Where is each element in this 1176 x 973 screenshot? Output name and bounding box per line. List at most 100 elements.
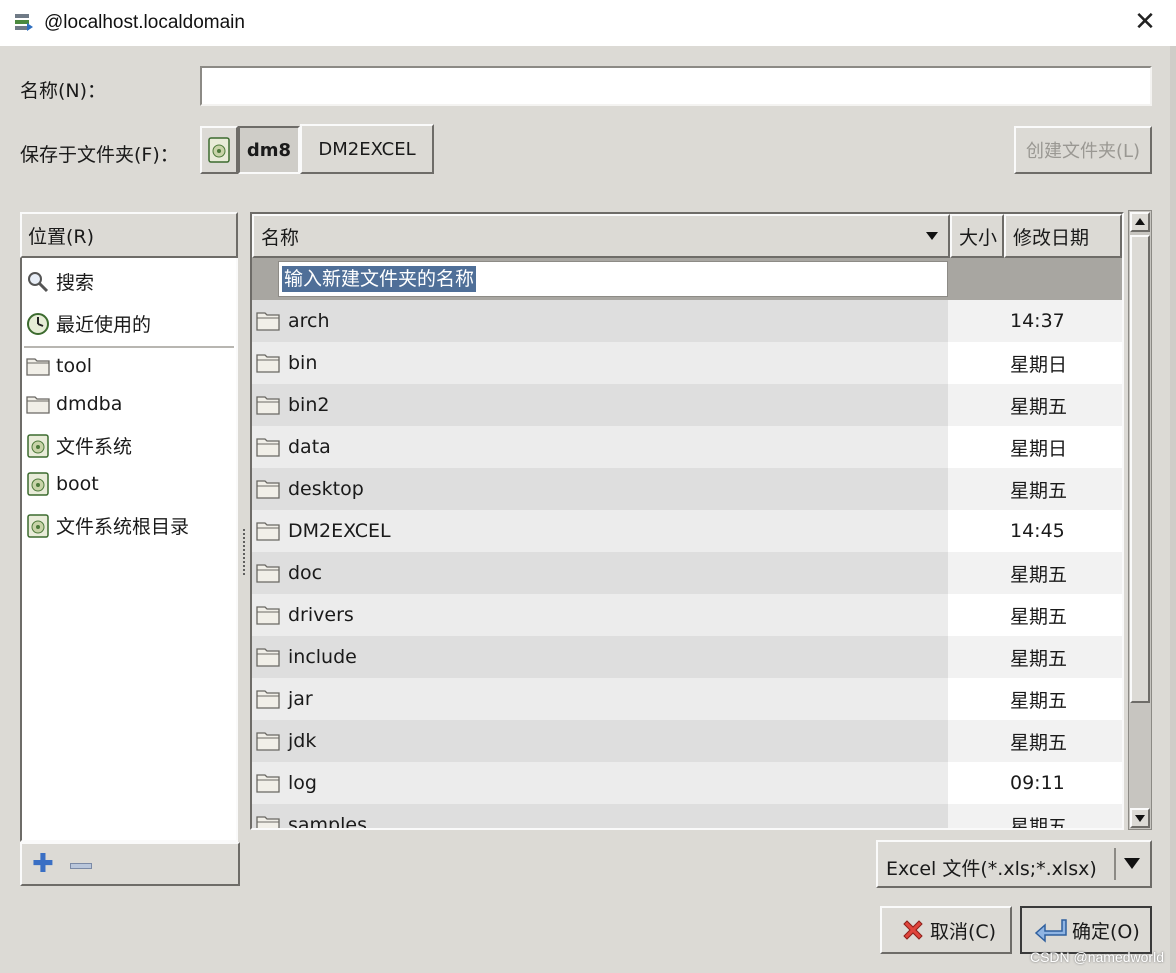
path-button-dm2excel[interactable]: DM2EXCEL (300, 124, 434, 174)
title-bar: @localhost.localdomain ✕ (0, 0, 1176, 46)
table-row[interactable]: log 09:11 (252, 762, 1122, 804)
name-input[interactable] (200, 66, 1152, 106)
folder-icon (256, 438, 280, 457)
file-name: arch (288, 310, 330, 332)
cancel-icon (903, 920, 923, 940)
search-icon (28, 271, 49, 292)
create-folder-button[interactable]: 创建文件夹(L) (1014, 126, 1152, 174)
file-modified: 星期五 (948, 594, 1122, 636)
file-modified: 09:11 (948, 762, 1122, 804)
filter-divider (1114, 848, 1116, 880)
column-header-size[interactable]: 大小 (950, 214, 1004, 258)
file-modified: 14:45 (948, 510, 1122, 552)
table-row[interactable]: data 星期日 (252, 426, 1122, 468)
place-item-search[interactable]: 搜索 (26, 268, 94, 295)
place-label: 文件系统 (56, 436, 133, 458)
file-name: log (288, 772, 317, 794)
new-folder-row: 输入新建文件夹的名称 (252, 258, 1122, 300)
new-folder-placeholder: 输入新建文件夹的名称 (282, 266, 477, 292)
folder-icon (26, 358, 50, 376)
folder-icon (256, 732, 280, 751)
table-row[interactable]: desktop 星期五 (252, 468, 1122, 510)
table-row[interactable]: bin 星期日 (252, 342, 1122, 384)
table-row[interactable]: jdk 星期五 (252, 720, 1122, 762)
path-button-dm8[interactable]: dm8 (238, 126, 300, 174)
scroll-up-button[interactable] (1130, 212, 1150, 232)
place-item-tool[interactable]: tool (26, 354, 92, 378)
file-name: jdk (288, 730, 317, 752)
folder-icon (256, 606, 280, 625)
folder-icon (256, 564, 280, 583)
chevron-down-icon (1124, 858, 1140, 869)
file-modified: 星期五 (948, 720, 1122, 762)
place-item-filesystem[interactable]: 文件系统 (26, 432, 132, 459)
file-modified: 星期五 (948, 552, 1122, 594)
add-bookmark-icon[interactable]: ✚ (32, 851, 54, 877)
table-row[interactable]: include 星期五 (252, 636, 1122, 678)
place-label: 文件系统根目录 (56, 516, 190, 538)
column-header-modified[interactable]: 修改日期 (1004, 214, 1122, 258)
places-separator (24, 346, 234, 348)
drive-icon (208, 137, 230, 163)
app-icon (15, 14, 33, 31)
path-root-button[interactable] (200, 126, 238, 174)
file-modified: 星期日 (948, 342, 1122, 384)
table-row[interactable]: doc 星期五 (252, 552, 1122, 594)
place-item-filesystem-root[interactable]: 文件系统根目录 (26, 512, 189, 539)
table-row[interactable]: drivers 星期五 (252, 594, 1122, 636)
file-name: bin2 (288, 394, 330, 416)
place-item-recent[interactable]: 最近使用的 (26, 310, 151, 337)
pane-resize-handle[interactable] (242, 528, 246, 576)
sort-arrow-icon (926, 232, 938, 240)
scrollbar-thumb[interactable] (1130, 235, 1150, 703)
place-item-boot[interactable]: boot (26, 472, 99, 496)
column-size-label: 大小 (959, 226, 998, 249)
arrow-down-icon (1135, 815, 1145, 822)
file-modified: 星期五 (948, 678, 1122, 720)
table-row[interactable]: arch 14:37 (252, 300, 1122, 342)
table-row[interactable]: DM2EXCEL 14:45 (252, 510, 1122, 552)
table-row[interactable]: jar 星期五 (252, 678, 1122, 720)
file-name: include (288, 646, 357, 668)
cancel-button[interactable]: 取消(C) (880, 906, 1012, 954)
place-label: 最近使用的 (56, 314, 152, 336)
file-modified: 星期日 (948, 426, 1122, 468)
folder-icon (256, 480, 280, 499)
table-row[interactable]: samples 星期五 (252, 804, 1122, 828)
name-label: 名称(N)： (20, 80, 107, 102)
file-modified: 星期五 (948, 804, 1122, 828)
table-row[interactable]: bin2 星期五 (252, 384, 1122, 426)
column-header-name[interactable]: 名称 (252, 214, 950, 258)
file-type-filter[interactable]: Excel 文件(*.xls;*.xlsx) (876, 840, 1152, 888)
folder-icon (256, 312, 280, 331)
window-title: @localhost.localdomain (44, 12, 245, 33)
place-label: tool (56, 355, 92, 377)
drive-icon (27, 433, 49, 458)
drive-icon (27, 472, 49, 496)
column-modified-label: 修改日期 (1013, 226, 1090, 249)
file-modified: 星期五 (948, 636, 1122, 678)
file-list-scrollbar[interactable] (1128, 210, 1152, 830)
file-name: data (288, 436, 331, 458)
ok-button[interactable]: 确定(O) (1020, 906, 1152, 954)
folder-icon (26, 396, 50, 414)
arrow-up-icon (1135, 218, 1145, 225)
folder-icon (256, 396, 280, 415)
scroll-down-button[interactable] (1130, 808, 1150, 828)
file-modified: 星期五 (948, 384, 1122, 426)
remove-bookmark-icon[interactable] (70, 863, 92, 869)
save-in-folder-label: 保存于文件夹(F)： (20, 144, 179, 166)
file-name: DM2EXCEL (288, 520, 391, 542)
file-name: bin (288, 352, 318, 374)
places-header[interactable]: 位置(R) (20, 212, 238, 258)
folder-icon (256, 522, 280, 541)
place-item-dmdba[interactable]: dmdba (26, 392, 122, 416)
places-list: 搜索 最近使用的 tool dmdba 文件系统 boot 文件系统根目录 (20, 258, 238, 842)
close-icon[interactable]: ✕ (1132, 9, 1158, 35)
watermark: CSDN @namedworld (1029, 949, 1164, 965)
file-name: jar (288, 688, 313, 710)
enter-arrow-icon (1034, 919, 1067, 943)
folder-icon (256, 690, 280, 709)
folder-icon (256, 774, 280, 793)
place-label: boot (56, 473, 99, 495)
